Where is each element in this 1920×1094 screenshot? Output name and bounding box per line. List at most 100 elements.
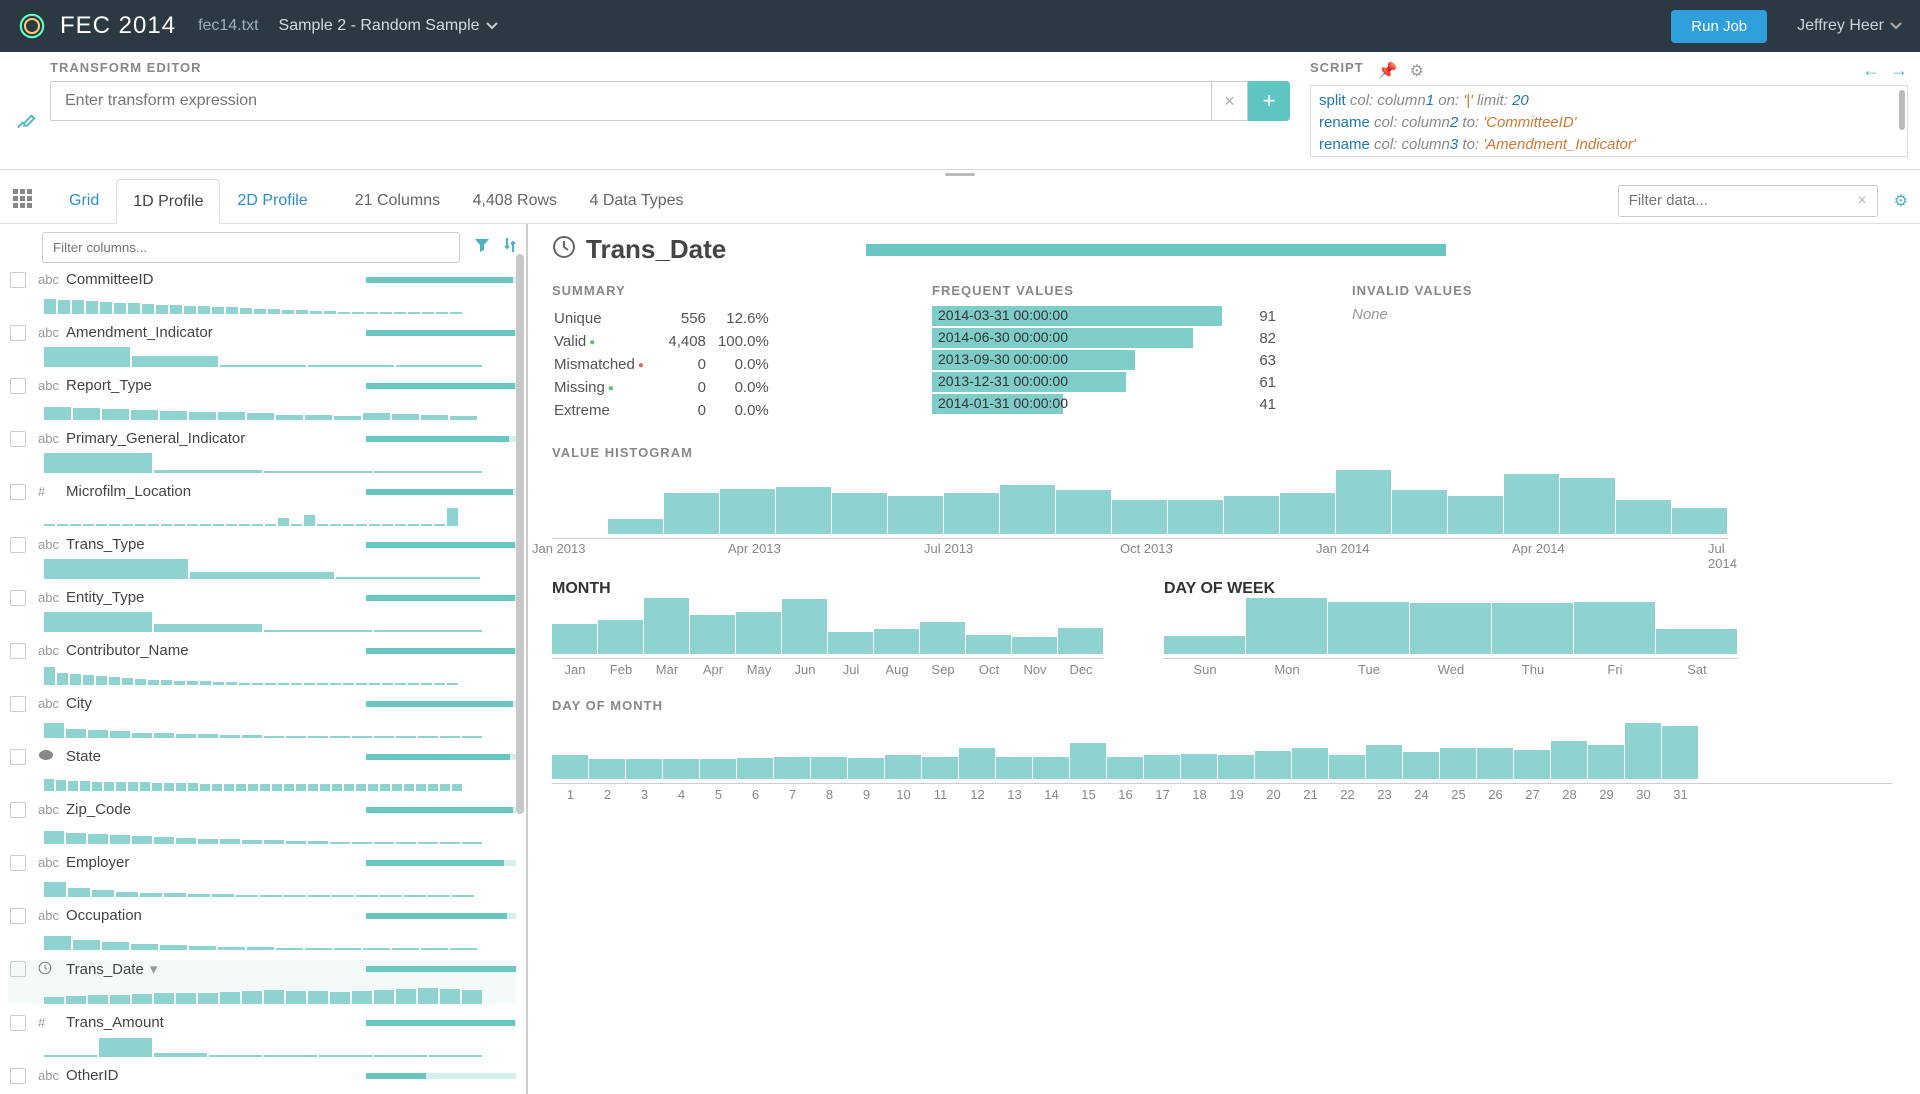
column-item-contributor_name[interactable]: abcContributor_Name <box>8 642 516 685</box>
sample-dropdown[interactable]: Sample 2 - Random Sample <box>279 17 498 35</box>
column-item-primary_general_indicator[interactable]: abcPrimary_General_Indicator <box>8 430 516 473</box>
script-gear-icon[interactable]: ⚙ <box>1410 61 1424 81</box>
column-item-trans_type[interactable]: abcTrans_Type <box>8 536 516 579</box>
file-name[interactable]: fec14.txt <box>198 17 258 35</box>
chevron-down-icon[interactable]: ▾ <box>150 960 158 978</box>
add-transform-button[interactable]: + <box>1248 81 1290 121</box>
column-checkbox[interactable] <box>10 643 26 659</box>
filter-icon[interactable] <box>474 237 490 258</box>
column-sparkline <box>44 398 516 420</box>
user-menu[interactable]: Jeffrey Heer <box>1797 17 1902 35</box>
column-name: Trans_Type <box>66 536 145 553</box>
wrench-icon[interactable] <box>12 88 40 157</box>
column-item-employer[interactable]: abcEmployer <box>8 854 516 897</box>
column-quality-bar <box>866 244 1446 256</box>
column-item-zip_code[interactable]: abcZip_Code <box>8 801 516 844</box>
column-item-committeeid[interactable]: abcCommitteeID <box>8 271 516 314</box>
column-sparkline <box>44 345 516 367</box>
column-checkbox[interactable] <box>10 590 26 606</box>
column-quality-bar <box>366 701 516 707</box>
script-pin-icon[interactable]: 📌 <box>1378 61 1398 81</box>
tab-2d-profile[interactable]: 2D Profile <box>220 178 324 223</box>
column-checkbox[interactable] <box>10 961 26 977</box>
script-box[interactable]: split col: column1 on: '|' limit: 20rena… <box>1310 85 1908 157</box>
grid-toggle-icon[interactable] <box>12 188 32 213</box>
column-name: Trans_Date <box>66 961 144 978</box>
tab-1d-profile[interactable]: 1D Profile <box>116 179 220 224</box>
dom-heading: DAY OF MONTH <box>552 698 1892 713</box>
column-checkbox[interactable] <box>10 908 26 924</box>
column-checkbox[interactable] <box>10 378 26 394</box>
script-next-button[interactable]: → <box>1890 60 1908 81</box>
value-histogram-chart[interactable] <box>552 470 1892 534</box>
month-axis: JanFebMarAprMayJunJulAugSepOctNovDec <box>552 658 1104 676</box>
value-histogram-heading: VALUE HISTOGRAM <box>552 445 1892 460</box>
frequent-value-row[interactable]: 2013-12-31 00:00:0061 <box>932 372 1292 392</box>
sort-icon[interactable] <box>504 237 516 258</box>
column-checkbox[interactable] <box>10 1068 26 1084</box>
invalid-values-heading: INVALID VALUES <box>1352 283 1472 298</box>
column-sparkline <box>44 982 516 1004</box>
day-of-week-chart[interactable] <box>1164 598 1738 654</box>
panel-resize-handle[interactable] <box>0 170 1920 178</box>
column-quality-bar <box>366 277 516 283</box>
clear-expression-button[interactable]: × <box>1212 81 1248 121</box>
settings-gear-icon[interactable]: ⚙ <box>1894 191 1908 211</box>
column-quality-bar <box>366 1073 516 1079</box>
summary-heading: SUMMARY <box>552 283 872 298</box>
column-checkbox[interactable] <box>10 272 26 288</box>
transform-editor-label: TRANSFORM EDITOR <box>50 60 1290 75</box>
column-checkbox[interactable] <box>10 537 26 553</box>
column-checkbox[interactable] <box>10 749 26 765</box>
editor-row: TRANSFORM EDITOR × + SCRIPT 📌 ⚙ ← → spli… <box>0 52 1920 170</box>
top-bar: FEC 2014 fec14.txt Sample 2 - Random Sam… <box>0 0 1920 52</box>
column-checkbox[interactable] <box>10 696 26 712</box>
frequent-value-row[interactable]: 2014-01-31 00:00:0041 <box>932 394 1292 414</box>
frequent-value-row[interactable]: 2014-03-31 00:00:0091 <box>932 306 1292 326</box>
column-item-state[interactable]: State <box>8 748 516 791</box>
transform-expression-input[interactable] <box>50 81 1212 121</box>
column-quality-bar <box>366 1020 516 1026</box>
column-item-microfilm_location[interactable]: #Microfilm_Location <box>8 483 516 526</box>
dataset-meta: 21 Columns 4,408 Rows 4 Data Types <box>355 192 712 210</box>
day-of-month-chart[interactable] <box>552 723 1892 779</box>
column-checkbox[interactable] <box>10 1015 26 1031</box>
column-sparkline <box>44 716 516 738</box>
user-name: Jeffrey Heer <box>1797 17 1884 35</box>
column-sparkline <box>44 504 516 526</box>
sidebar-scrollbar[interactable] <box>516 254 524 814</box>
column-quality-bar <box>366 383 516 389</box>
column-type-icon: # <box>38 1015 66 1030</box>
meta-types: 4 Data Types <box>590 192 684 209</box>
column-checkbox[interactable] <box>10 802 26 818</box>
column-sparkline <box>44 557 516 579</box>
chevron-down-icon <box>486 20 498 32</box>
column-item-city[interactable]: abcCity <box>8 695 516 738</box>
column-checkbox[interactable] <box>10 484 26 500</box>
frequent-value-row[interactable]: 2013-09-30 00:00:0063 <box>932 350 1292 370</box>
frequent-values-list: 2014-03-31 00:00:00912014-06-30 00:00:00… <box>932 306 1292 414</box>
column-item-occupation[interactable]: abcOccupation <box>8 907 516 950</box>
column-item-report_type[interactable]: abcReport_Type <box>8 377 516 420</box>
column-item-amendment_indicator[interactable]: abcAmendment_Indicator <box>8 324 516 367</box>
column-item-trans_date[interactable]: Trans_Date ▾ <box>8 960 516 1004</box>
app-title: FEC 2014 <box>60 12 176 40</box>
day-of-month-axis: 1234567891011121314151617181920212223242… <box>552 783 1892 801</box>
clear-filter-icon[interactable]: × <box>1857 192 1866 210</box>
column-checkbox[interactable] <box>10 325 26 341</box>
column-quality-bar <box>366 913 516 919</box>
column-checkbox[interactable] <box>10 431 26 447</box>
month-chart[interactable] <box>552 598 1104 654</box>
filter-columns-input[interactable] <box>53 240 449 255</box>
run-job-button[interactable]: Run Job <box>1671 10 1767 43</box>
script-prev-button[interactable]: ← <box>1862 60 1880 81</box>
filter-data-input[interactable] <box>1629 192 1858 209</box>
column-item-entity_type[interactable]: abcEntity_Type <box>8 589 516 632</box>
column-checkbox[interactable] <box>10 855 26 871</box>
frequent-value-row[interactable]: 2014-06-30 00:00:0082 <box>932 328 1292 348</box>
column-name: Amendment_Indicator <box>66 324 213 341</box>
tab-grid[interactable]: Grid <box>52 178 116 223</box>
column-item-otherid[interactable]: abcOtherID <box>8 1067 516 1094</box>
column-item-trans_amount[interactable]: #Trans_Amount <box>8 1014 516 1057</box>
scrollbar-thumb[interactable] <box>1899 90 1905 130</box>
